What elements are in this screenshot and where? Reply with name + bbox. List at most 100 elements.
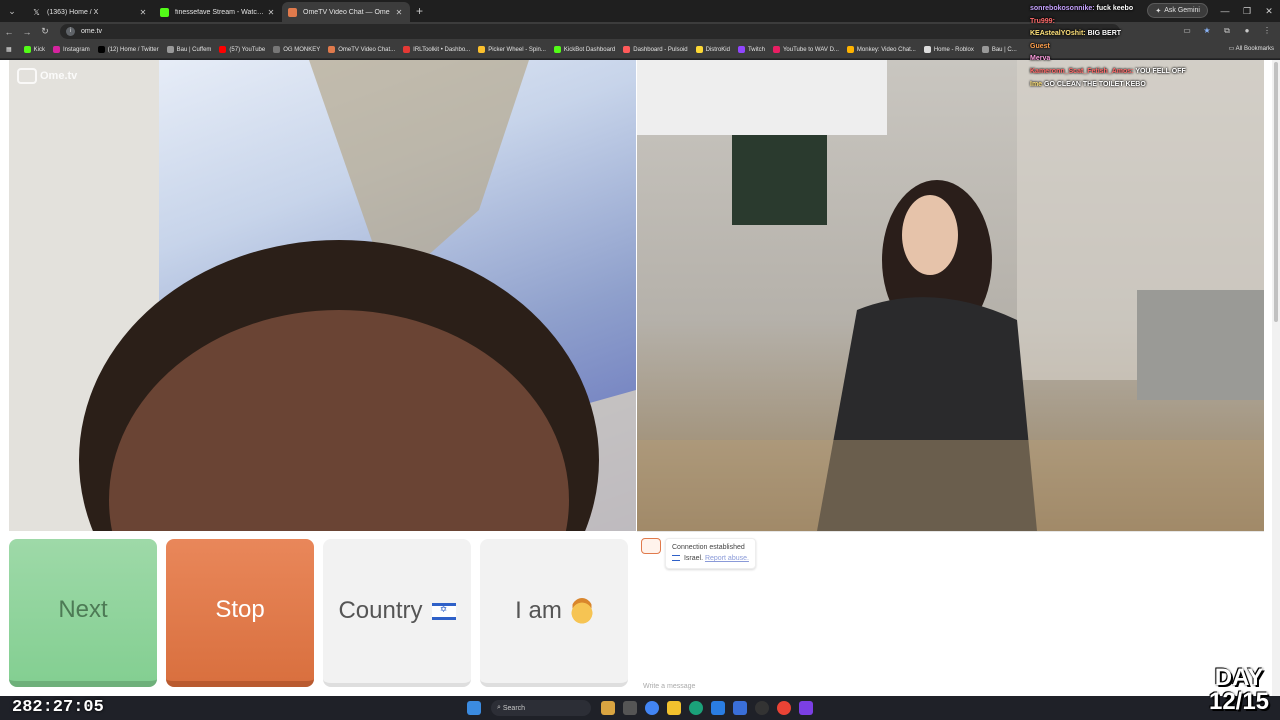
chat-text: GO CLEAN THE TOILET KEBO: [1044, 80, 1146, 88]
youtube-icon: [219, 46, 227, 53]
page-scrollbar[interactable]: [1272, 60, 1280, 696]
country-button[interactable]: Country: [323, 539, 471, 687]
bookmark-item[interactable]: KickBot Dashboard: [553, 46, 616, 53]
remote-video-scene: [637, 60, 1264, 531]
bookmark-item[interactable]: Picker Wheel - Spin...: [478, 46, 546, 53]
windows-start-icon[interactable]: [467, 701, 481, 715]
app-icon[interactable]: [733, 701, 747, 715]
widget-icon[interactable]: [601, 701, 615, 715]
chat-user: Tru999:: [1030, 17, 1055, 25]
chat-user: Merva: [1030, 55, 1051, 63]
taskbar-search[interactable]: ⌕ Search: [491, 700, 591, 716]
obs-icon[interactable]: [755, 701, 769, 715]
bookmark-item[interactable]: OmeTV Video Chat...: [328, 46, 395, 53]
x-icon: 𝕏: [33, 7, 40, 17]
bau-icon: [166, 46, 174, 53]
forward-icon[interactable]: →: [18, 27, 36, 37]
app-icon[interactable]: [799, 701, 813, 715]
next-button[interactable]: Next: [9, 539, 157, 687]
bookmark-item[interactable]: Kick: [23, 46, 45, 53]
ometv-icon: [328, 46, 336, 53]
message-input[interactable]: Write a message: [643, 683, 695, 690]
ometv-page: Ome.tv Next Stop Country I am: [0, 60, 1280, 696]
chat-row: sonrebokosonnike: fuck keebo: [1030, 3, 1270, 16]
bookmark-item[interactable]: YouTube to WAV D...: [772, 46, 839, 53]
local-video-scene: [9, 60, 636, 531]
chat-text: YOU FELL OFF: [1135, 67, 1186, 75]
bookmark-item[interactable]: (12) Home / Twitter: [97, 46, 159, 53]
close-tab-icon[interactable]: ✕: [394, 8, 404, 17]
roblox-icon: [923, 46, 931, 53]
bookmark-item[interactable]: Bau | C...: [981, 46, 1017, 53]
chat-row: Guest: [1030, 41, 1270, 54]
chat-row: KEAstealYOshit: BIG BERT: [1030, 28, 1270, 41]
bookmark-label: Dashboard - Pulsoid: [633, 46, 688, 53]
iam-label: I am: [515, 597, 562, 624]
reload-icon[interactable]: ↻: [36, 26, 54, 37]
chat-user: KEAstealYOshit:: [1030, 30, 1086, 38]
irltoolkit-icon: [403, 46, 411, 53]
chat-text: fuck keebo: [1096, 5, 1134, 12]
chat-user: Guest: [1030, 42, 1050, 50]
chat-panel: Connection established Israel. Report ab…: [637, 531, 1264, 696]
bookmark-item[interactable]: Instagram: [53, 46, 90, 53]
chat-row: Tru999:: [1030, 16, 1270, 29]
stop-button[interactable]: Stop: [166, 539, 314, 687]
chat-row: Kameronn_Scat_Fetish_Amos: YOU FELL OFF: [1030, 66, 1270, 79]
chat-user: Kameronn_Scat_Fetish_Amos:: [1030, 67, 1134, 75]
bookmark-item[interactable]: Twitch: [737, 46, 765, 53]
close-tab-icon[interactable]: ✕: [138, 8, 148, 17]
bookmark-label: Twitch: [747, 46, 765, 53]
url-text: ome.tv: [81, 28, 103, 35]
tab-title: (1363) Home / X: [47, 8, 99, 16]
bookmark-item[interactable]: Dashboard - Pulsoid: [623, 46, 688, 53]
bookmark-label: Monkey: Video Chat...: [856, 46, 916, 53]
bookmark-item[interactable]: Home - Roblox: [923, 46, 974, 53]
chat-row: Merva: [1030, 53, 1270, 66]
new-tab-icon[interactable]: +: [416, 4, 423, 18]
bookmark-item[interactable]: (57) YouTube: [219, 46, 265, 53]
chat-text: BIG BERT: [1087, 30, 1122, 38]
ometv-icon: [288, 7, 297, 17]
bookmark-item[interactable]: Bau | Cuffem: [166, 46, 211, 53]
gender-button[interactable]: I am: [480, 539, 628, 687]
store-icon[interactable]: [711, 701, 725, 715]
tab-x[interactable]: 𝕏 (1363) Home / X ✕: [26, 2, 154, 22]
bookmark-label: YouTube to WAV D...: [782, 46, 839, 53]
edge-icon[interactable]: [689, 701, 703, 715]
tab-ometv[interactable]: OmeTV Video Chat — Ome ✕: [282, 2, 410, 22]
chat-user: sonrebokosonnike:: [1030, 5, 1095, 12]
distrokid-icon: [695, 46, 703, 53]
stop-label: Stop: [215, 596, 265, 623]
kick-icon: [160, 7, 169, 17]
ometv-bot-icon: [641, 538, 661, 554]
tab-kick-stream[interactable]: finessefave Stream - Watch Live ✕: [154, 2, 282, 22]
globe-icon: [273, 46, 281, 53]
message-bubble: Connection established Israel. Report ab…: [665, 538, 756, 569]
bookmark-label: (57) YouTube: [229, 46, 266, 53]
chrome-icon[interactable]: [777, 701, 791, 715]
bookmark-item[interactable]: DistroKid: [695, 46, 730, 53]
twitch-icon: [737, 46, 745, 53]
file-explorer-icon[interactable]: [667, 701, 681, 715]
bookmark-item[interactable]: IRLToolkit • Dashbo...: [403, 46, 470, 53]
site-info-icon[interactable]: i: [66, 27, 75, 36]
tab-search-icon[interactable]: ⌄: [4, 3, 20, 19]
bookmark-label: (12) Home / Twitter: [107, 46, 159, 53]
chrome-icon[interactable]: [645, 701, 659, 715]
bookmark-label: KickBot Dashboard: [563, 46, 616, 53]
scrollbar-thumb[interactable]: [1274, 62, 1278, 322]
israel-flag-icon: [431, 602, 456, 620]
bookmark-item[interactable]: OG MONKEY: [273, 46, 320, 53]
pulsoid-icon: [623, 46, 631, 53]
report-abuse-link[interactable]: Report abuse.: [705, 555, 749, 562]
back-icon[interactable]: ←: [0, 27, 18, 37]
bookmark-item[interactable]: Monkey: Video Chat...: [846, 46, 916, 53]
banner-shape: [637, 60, 887, 135]
close-tab-icon[interactable]: ✕: [266, 8, 276, 17]
apps-icon[interactable]: ▦: [6, 46, 12, 53]
task-view-icon[interactable]: [623, 701, 637, 715]
logo-text: Ome.tv: [40, 70, 78, 82]
ometv-logo-icon: [17, 68, 37, 84]
address-bar[interactable]: i ome.tv: [60, 24, 1120, 39]
